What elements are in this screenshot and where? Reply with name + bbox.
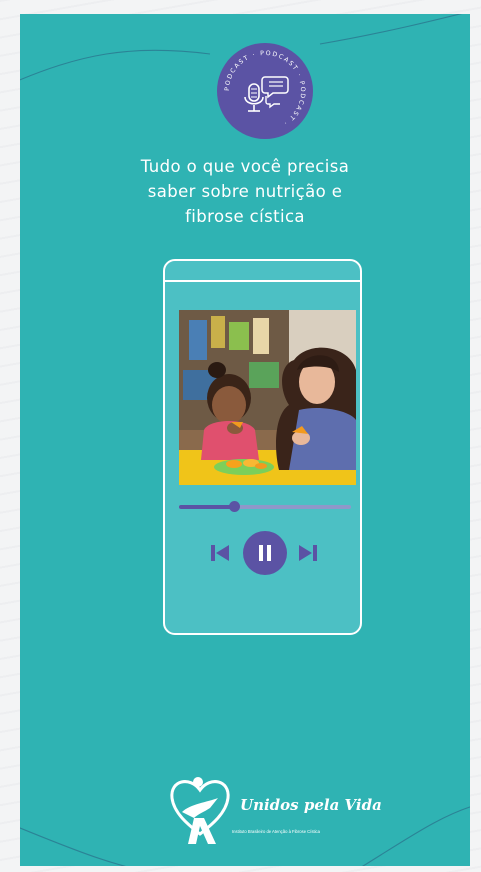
phone-mockup [163, 259, 362, 635]
episode-cover-image [179, 310, 356, 485]
story-card: PODCAST · PODCAST · PODCAST · Tudo o que… [20, 14, 470, 866]
page-background: PODCAST · PODCAST · PODCAST · Tudo o que… [0, 0, 481, 872]
title-line-1: Tudo o que você precisa [140, 157, 350, 176]
podcast-microphone-icon: PODCAST · PODCAST · PODCAST · [217, 43, 313, 139]
pause-button[interactable] [243, 531, 287, 575]
brand-logo: Unidos pela Vida Instituto Brasileiro de… [168, 774, 382, 854]
heart-person-logo-icon [170, 777, 230, 844]
cover-photo-illustration [179, 310, 356, 485]
playback-progress-bar[interactable] [179, 501, 351, 512]
title-line-3: fibrose cística [185, 207, 305, 226]
progress-fill [179, 505, 235, 509]
skip-next-icon[interactable] [298, 543, 318, 563]
page-title: Tudo o que você precisa saber sobre nutr… [20, 154, 470, 229]
progress-handle[interactable] [229, 501, 241, 512]
brand-subtitle: Instituto Brasileiro de Atenção à Fibros… [232, 829, 320, 834]
brand-name: Unidos pela Vida [240, 796, 382, 814]
title-line-2: saber sobre nutrição e [147, 182, 343, 201]
skip-previous-icon[interactable] [210, 543, 230, 563]
phone-top-divider [165, 280, 360, 282]
podcast-badge: PODCAST · PODCAST · PODCAST · [216, 42, 314, 140]
player-controls [165, 531, 360, 577]
